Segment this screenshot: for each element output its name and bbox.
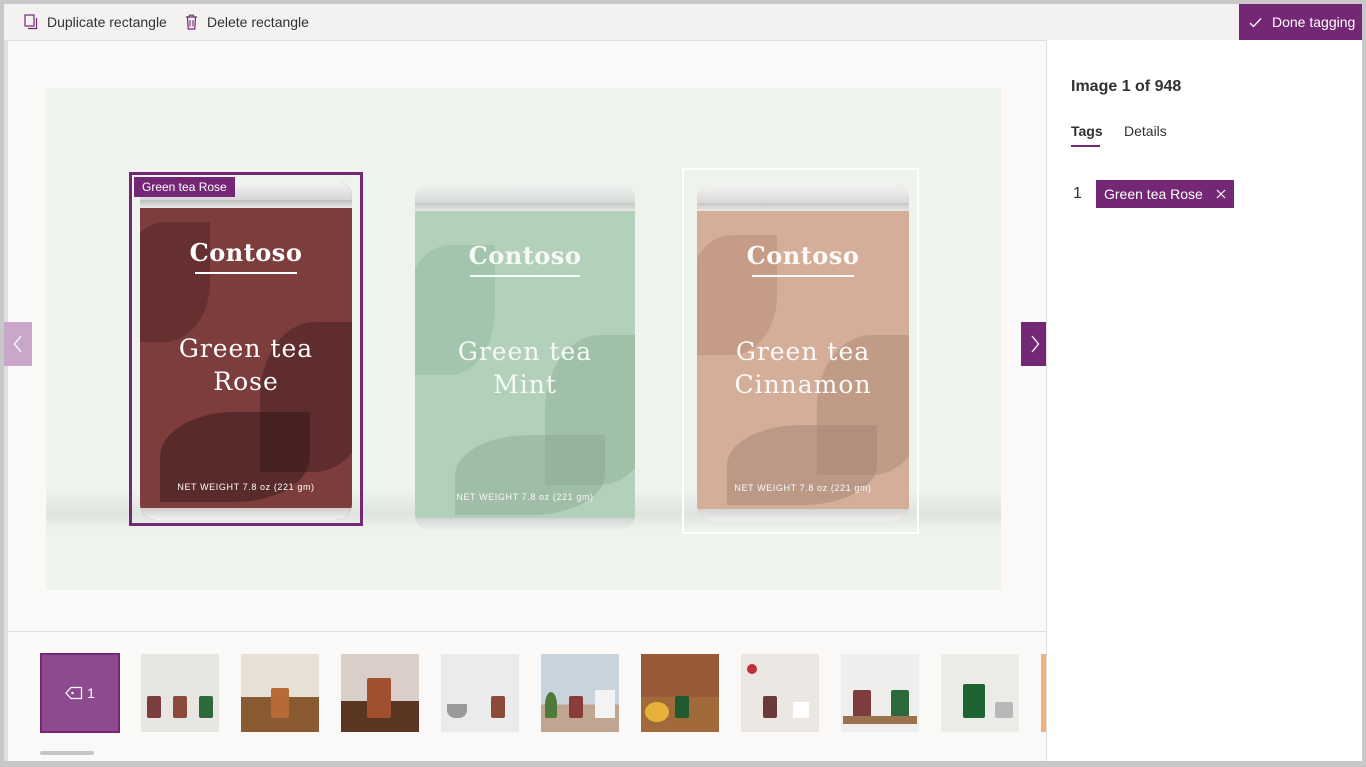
trash-icon: [186, 14, 197, 30]
tag-index: 1: [1073, 185, 1082, 202]
done-tagging-label: Done tagging: [1272, 14, 1356, 30]
thumbnail[interactable]: [241, 654, 319, 732]
thumbnail-tag-count: 1: [87, 685, 95, 701]
chevron-left-icon: [13, 335, 22, 353]
thumbnail[interactable]: [741, 654, 819, 732]
tag-chip-label: Green tea Rose: [1104, 186, 1203, 202]
image-counter: Image 1 of 948: [1071, 78, 1182, 95]
region-tag-label: Green tea Rose: [134, 177, 235, 197]
done-tagging-button[interactable]: Done tagging: [1239, 4, 1362, 40]
image-canvas: Contoso Green tea Rose NET WEIGHT 7.8 oz…: [4, 41, 1049, 631]
active-tab-indicator: [1071, 145, 1100, 147]
tag-icon: [65, 686, 83, 700]
delete-rectangle-label: Delete rectangle: [207, 14, 309, 30]
remove-tag-button[interactable]: [1216, 189, 1226, 199]
thumbnail-selected[interactable]: 1: [40, 653, 120, 733]
details-panel: Image 1 of 948 Tags Details 1 Green tea …: [1046, 40, 1362, 761]
tab-details[interactable]: Details: [1124, 123, 1167, 139]
next-image-button[interactable]: [1021, 322, 1049, 366]
thumbnail-scrollbar[interactable]: [40, 751, 94, 755]
selected-region-box[interactable]: Green tea Rose: [129, 172, 363, 526]
tag-chip[interactable]: Green tea Rose: [1096, 180, 1234, 208]
duplicate-rectangle-label: Duplicate rectangle: [47, 14, 167, 30]
thumbnail[interactable]: [941, 654, 1019, 732]
thumbnail[interactable]: [541, 654, 619, 732]
thumbnail-strip: 1: [8, 631, 1046, 761]
thumbnail[interactable]: [141, 654, 219, 732]
checkmark-icon: [1249, 17, 1262, 27]
thumbnail[interactable]: [441, 654, 519, 732]
thumbnail[interactable]: [341, 654, 419, 732]
toolbar: Duplicate rectangle Delete rectangle Don…: [4, 4, 1362, 41]
close-icon: [1216, 189, 1226, 199]
tagging-window: Duplicate rectangle Delete rectangle Don…: [4, 4, 1362, 761]
thumbnail[interactable]: [641, 654, 719, 732]
delete-rectangle-button[interactable]: Delete rectangle: [185, 4, 309, 40]
previous-image-button[interactable]: [4, 322, 32, 366]
chevron-right-icon: [1031, 335, 1040, 353]
duplicate-icon: [24, 14, 38, 30]
tea-can-mint: Contoso Green tea Mint NET WEIGHT 7.8 oz…: [415, 185, 635, 530]
tab-tags[interactable]: Tags: [1071, 123, 1103, 139]
product-photo[interactable]: Contoso Green tea Rose NET WEIGHT 7.8 oz…: [46, 88, 1001, 590]
duplicate-rectangle-button[interactable]: Duplicate rectangle: [24, 4, 167, 40]
thumbnail[interactable]: [841, 654, 919, 732]
region-box[interactable]: [682, 168, 919, 534]
